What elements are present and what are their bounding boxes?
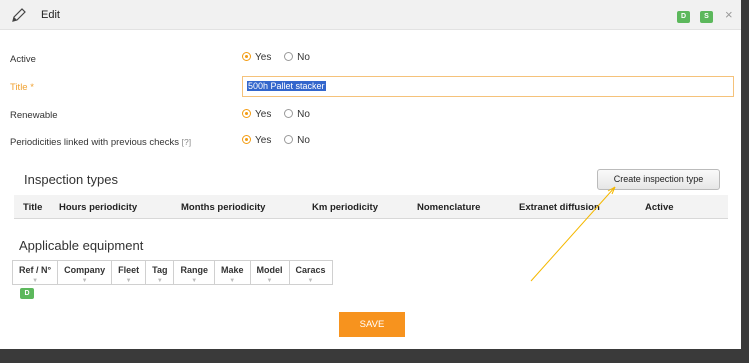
annotation-arrow xyxy=(530,186,616,282)
